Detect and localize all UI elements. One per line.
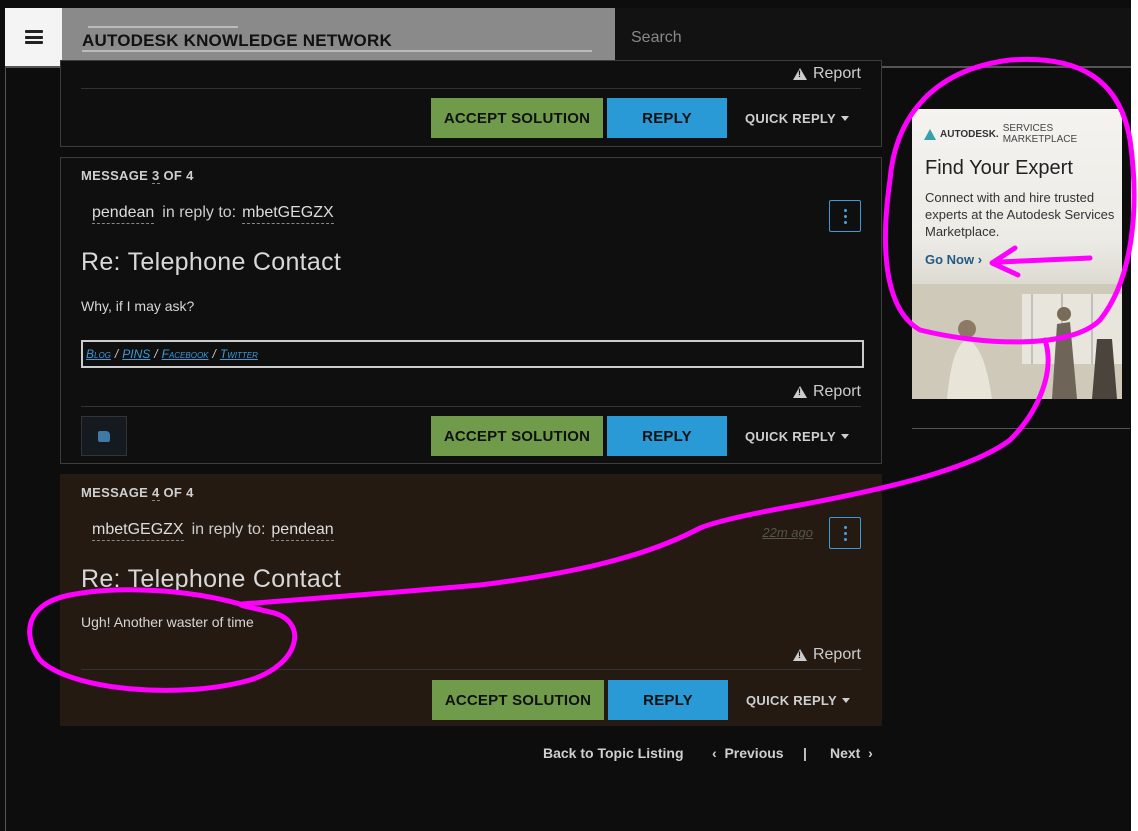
author-line: pendean in reply to: mbetGEGZX — [92, 204, 334, 224]
message-title: Re: Telephone Contact — [81, 565, 342, 593]
hamburger-menu-button[interactable] — [5, 8, 62, 66]
message-body: Why, if I may ask? — [81, 298, 195, 314]
services-marketplace-ad[interactable]: AUTODESK. SERVICES MARKETPLACE Find Your … — [912, 109, 1122, 399]
author-link[interactable]: mbetGEGZX — [92, 521, 184, 541]
chevron-right-icon: › — [868, 745, 873, 761]
report-link[interactable]: Report — [792, 383, 861, 401]
signature-link-blog[interactable]: Blog — [86, 347, 111, 361]
thumbs-up-icon — [98, 430, 110, 442]
nav-divider: | — [803, 745, 807, 761]
autodesk-logo-icon — [924, 128, 936, 140]
message-title: Re: Telephone Contact — [81, 248, 342, 276]
warning-icon — [792, 68, 807, 80]
signature-link-twitter[interactable]: Twitter — [220, 347, 258, 361]
message-card-2: Report ACCEPT SOLUTION REPLY QUICK REPLY — [60, 60, 882, 147]
ad-office-scene-image — [912, 284, 1122, 399]
ad-text: Connect with and hire trusted experts at… — [925, 190, 1115, 239]
reply-button[interactable]: REPLY — [608, 680, 728, 720]
message-number: MESSAGE 3 OF 4 — [81, 168, 194, 184]
quick-reply-button[interactable]: QUICK REPLY — [745, 429, 849, 444]
next-link[interactable]: Next › — [830, 745, 873, 761]
warning-icon — [792, 649, 807, 661]
reply-to-user-link[interactable]: pendean — [271, 521, 334, 541]
accept-solution-button[interactable]: ACCEPT SOLUTION — [432, 680, 604, 720]
author-line: mbetGEGZX in reply to: pendean — [92, 521, 334, 541]
search-bar — [615, 8, 1131, 66]
quick-reply-button[interactable]: QUICK REPLY — [746, 693, 850, 708]
report-link[interactable]: Report — [792, 65, 861, 83]
report-link[interactable]: Report — [792, 646, 861, 664]
previous-link[interactable]: ‹ Previous — [712, 745, 784, 761]
hamburger-icon — [24, 30, 43, 44]
go-now-link[interactable]: Go Now › — [925, 252, 982, 267]
signature: Blog / PINS / Facebook / Twitter — [81, 340, 864, 368]
warning-icon — [792, 386, 807, 398]
kudo-button[interactable] — [81, 416, 127, 456]
top-bar: AUTODESK KNOWLEDGE NETWORK — [5, 8, 1131, 68]
message-card-4: MESSAGE 4 OF 4 mbetGEGZX in reply to: pend… — [60, 474, 882, 726]
ad-brand: AUTODESK. SERVICES MARKETPLACE — [924, 123, 1122, 145]
chevron-left-icon: ‹ — [712, 745, 717, 761]
chevron-right-icon: › — [977, 252, 983, 267]
caret-down-icon — [841, 698, 850, 703]
back-to-topic-listing-link[interactable]: Back to Topic Listing — [543, 745, 684, 761]
reply-button[interactable]: REPLY — [607, 416, 727, 456]
message-body: Ugh! Another waster of time — [81, 614, 254, 630]
ad-title: Find Your Expert — [925, 157, 1073, 179]
timestamp: 22m ago — [762, 525, 813, 540]
caret-down-icon — [840, 434, 849, 439]
message-number: MESSAGE 4 OF 4 — [81, 485, 194, 501]
reply-to-user-link[interactable]: mbetGEGZX — [242, 204, 334, 224]
reply-button[interactable]: REPLY — [607, 98, 727, 138]
caret-down-icon — [840, 116, 849, 121]
options-menu-button[interactable] — [829, 200, 861, 232]
author-link[interactable]: pendean — [92, 204, 155, 224]
site-title: AUTODESK KNOWLEDGE NETWORK — [82, 31, 392, 50]
quick-reply-button[interactable]: QUICK REPLY — [745, 111, 849, 126]
message-card-3: MESSAGE 3 OF 4 pendean in reply to: mbetGE… — [60, 157, 882, 464]
search-input[interactable] — [629, 24, 1113, 52]
options-menu-button[interactable] — [829, 517, 861, 549]
accept-solution-button[interactable]: ACCEPT SOLUTION — [431, 416, 603, 456]
accept-solution-button[interactable]: ACCEPT SOLUTION — [431, 98, 603, 138]
signature-link-facebook[interactable]: Facebook — [162, 347, 209, 361]
signature-link-pins[interactable]: PINS — [122, 347, 150, 361]
brand-banner[interactable]: AUTODESK KNOWLEDGE NETWORK — [62, 8, 615, 66]
